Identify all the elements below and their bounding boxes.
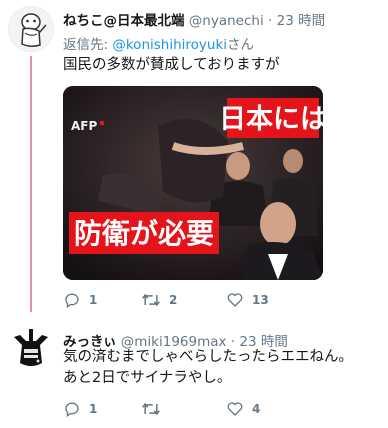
- tweet-text-line: 気の済むまでしゃべらしたったらエエねん。: [63, 349, 353, 365]
- retweet-count: 2: [169, 293, 178, 307]
- reply-button[interactable]: 1: [63, 400, 97, 418]
- like-count: 4: [252, 402, 261, 416]
- author-name[interactable]: ねちこ@日本最北端: [63, 13, 185, 29]
- tweet-text: 気の済むまでしゃべらしたったらエエねん。 あと2日でサイナラやし。: [63, 347, 353, 389]
- reply-count: 1: [89, 402, 98, 416]
- retweet-icon: [142, 293, 160, 307]
- thread-connector-line: [30, 56, 32, 312]
- replying-to-suffix: さん: [227, 37, 255, 53]
- avatar-miki1969max[interactable]: [8, 327, 54, 373]
- mention-link[interactable]: @konishihiroyuki: [112, 37, 227, 53]
- author-handle[interactable]: @nyanechi: [189, 13, 264, 29]
- reply-icon: [65, 293, 79, 309]
- avatar-nyanechi[interactable]: [8, 6, 54, 52]
- retweet-button[interactable]: 2: [141, 291, 177, 309]
- like-count: 13: [252, 293, 269, 307]
- caption-bottom-text: 防衛が必要: [74, 217, 214, 250]
- like-icon: [227, 402, 243, 416]
- replying-to-label: 返信先:: [63, 37, 113, 53]
- tweet-text: 国民の多数が賛成しております​が: [63, 57, 280, 73]
- separator-dot: ·: [268, 13, 273, 29]
- tweet-timestamp[interactable]: 23 時間: [277, 13, 325, 29]
- tweet-text-line: あと2日でサイナラやし。: [63, 370, 232, 386]
- reply-button[interactable]: 1: [63, 291, 97, 309]
- like-button[interactable]: 4: [226, 400, 260, 418]
- like-icon: [227, 293, 243, 307]
- tweet-header: ねちこ@日本最北端 @nyanechi · 23 時間: [63, 9, 325, 29]
- retweet-button[interactable]: [141, 400, 169, 418]
- replying-to: 返信先: @konishihiroyukiさん: [63, 33, 254, 53]
- like-button[interactable]: 13: [226, 291, 269, 309]
- retweet-icon: [142, 402, 160, 416]
- tweet-media-image[interactable]: 日本には 防衛が必要 AFP: [63, 86, 323, 280]
- reply-icon: [65, 402, 79, 418]
- afp-watermark: AFP: [71, 119, 97, 133]
- reply-count: 1: [89, 293, 98, 307]
- caption-top-text: 日本には: [219, 104, 323, 135]
